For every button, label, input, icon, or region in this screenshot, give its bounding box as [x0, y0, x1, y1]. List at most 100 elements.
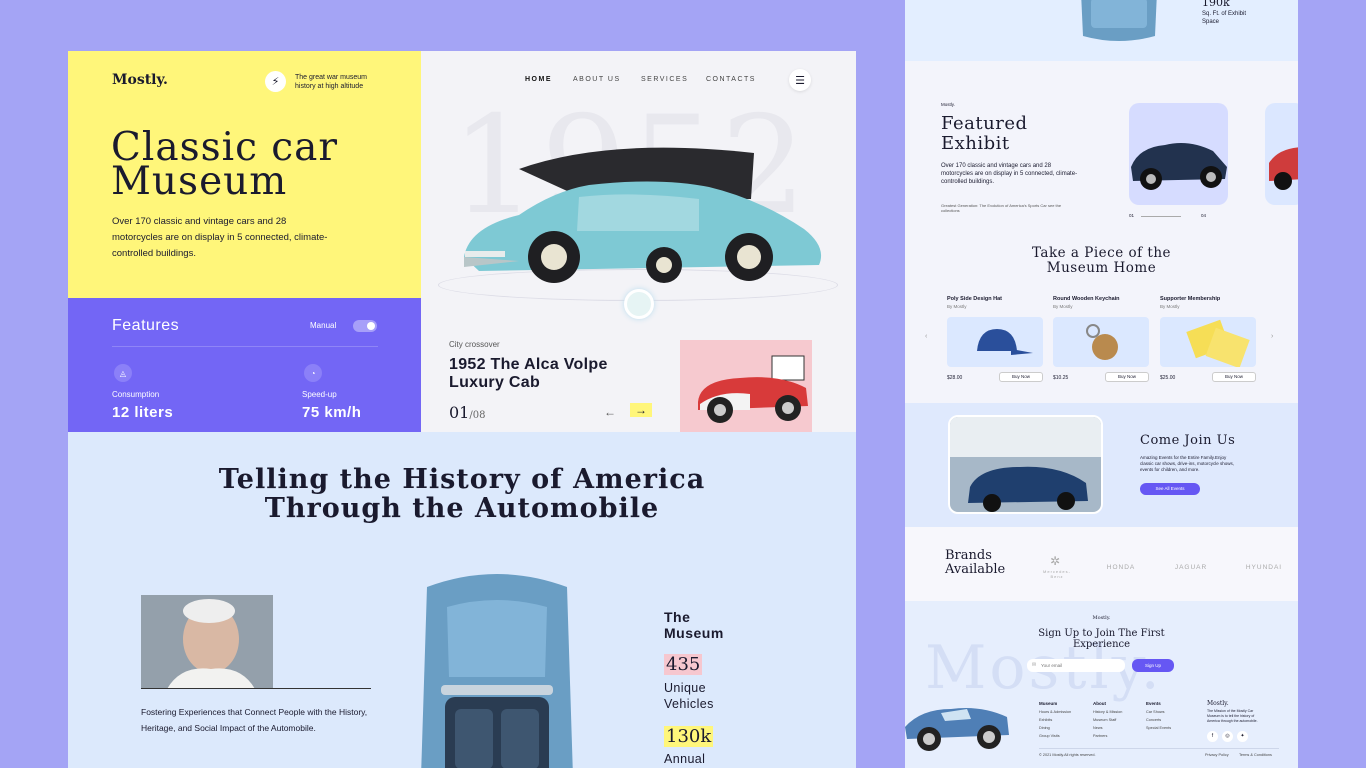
footer-link[interactable]: Special Events [1146, 724, 1171, 732]
blue-car-image [905, 708, 1009, 751]
featured-title-line2: Exhibit [941, 133, 1010, 154]
next-arrow-icon[interactable]: → [630, 403, 652, 417]
footer-events-heading: Events [1146, 701, 1161, 706]
exhibit-space-label: Sq. Ft. of Exhibit Space [1202, 11, 1247, 25]
footer-link[interactable]: Dining [1039, 724, 1050, 732]
nav-about[interactable]: ABOUT US [573, 76, 621, 83]
logo[interactable]: Mostly. [112, 72, 168, 88]
brand-mercedes[interactable]: Mercedes-Benz [1037, 569, 1077, 579]
signup-title-line2: Experience [1072, 639, 1131, 650]
car-category: City crossover [449, 340, 500, 349]
product-name: Supporter Membership [1160, 296, 1221, 302]
footer-link[interactable]: News [1093, 724, 1103, 732]
mercedes-logo-icon: ✲ [1050, 554, 1061, 568]
footer-link[interactable]: Exhibits [1039, 716, 1052, 724]
hamburger-menu-icon[interactable]: ☰ [789, 69, 811, 91]
product-price: $10.25 [1053, 375, 1069, 381]
exhibit-space-value: 190k [1202, 0, 1230, 9]
hero-panel: Mostly. ⚡ The great war museum history a… [68, 51, 421, 298]
instagram-icon[interactable]: ◎ [1222, 731, 1233, 742]
product-price: $25.00 [1160, 375, 1176, 381]
history-description: Fostering Experiences that Connect Peopl… [141, 707, 368, 733]
product-image-membership[interactable] [1160, 317, 1256, 367]
signup-button[interactable]: Sign Up [1132, 659, 1174, 672]
featured-progress [1141, 216, 1181, 217]
footer-link[interactable]: History & Mission [1093, 708, 1122, 716]
footer-about-heading: About [1093, 701, 1106, 706]
tagline: The great war museum history at high alt… [295, 74, 367, 90]
footer-link[interactable]: Museum Staff [1093, 716, 1116, 724]
signup-title-line1: Sign Up to Join The First [1038, 628, 1165, 639]
twitter-icon[interactable]: ✦ [1237, 731, 1248, 742]
featured-description: Over 170 classic and vintage cars and 28… [941, 163, 1078, 185]
elderly-man-portrait [141, 595, 273, 689]
featured-title-line1: Featured [941, 113, 1028, 134]
buy-now-button[interactable]: Buy Now [999, 372, 1043, 382]
prev-arrow-icon[interactable]: ← [604, 405, 616, 419]
featured-page-from: 01 [1129, 213, 1135, 218]
see-all-events-button[interactable]: See All Events [1140, 483, 1200, 495]
privacy-policy-link[interactable]: Privacy Policy [1205, 751, 1229, 759]
product-image-hat[interactable] [947, 317, 1043, 367]
shop-prev-icon[interactable]: ‹ [925, 333, 927, 340]
nav-services[interactable]: SERVICES [641, 76, 688, 83]
brand-jaguar[interactable]: JAGUAR [1167, 564, 1215, 571]
vehicles-label: Unique Vehicles [664, 681, 714, 711]
signup-title: Sign Up to Join The First Experience [905, 628, 1298, 650]
footer-link[interactable]: Partners [1093, 732, 1107, 740]
buy-now-button[interactable]: Buy Now [1212, 372, 1256, 382]
hero-title-line2: Museum [111, 159, 288, 204]
featured-page-to: 04 [1201, 213, 1207, 218]
slide-counter: 01/08 [449, 403, 485, 422]
facebook-icon[interactable]: f [1207, 731, 1218, 742]
copyright: © 2021 Mostly.All rights reserved. [1039, 753, 1096, 757]
history-title: Telling the History of America Through t… [68, 465, 856, 523]
manual-toggle[interactable] [353, 320, 377, 332]
footer-divider [1039, 748, 1279, 749]
brands-title: Brands Available [945, 549, 1005, 577]
rotate-handle[interactable] [624, 289, 654, 319]
bolt-icon: ⚡ [265, 71, 286, 92]
slide-current: 01 [449, 403, 470, 422]
shop-title-line1: Take a Piece of the [1031, 245, 1172, 261]
featured-brand: Mostly. [941, 102, 955, 107]
brand-honda[interactable]: HONDA [1103, 564, 1139, 571]
brand-hyundai[interactable]: HYUNDAI [1239, 564, 1289, 571]
annual-count: 130k [664, 726, 714, 747]
footer-link[interactable]: Hours & Admission [1039, 708, 1071, 716]
divider [112, 346, 378, 347]
speed-value: 75 km/h [302, 404, 362, 421]
shop-next-icon[interactable]: › [1271, 333, 1273, 340]
fuel-icon: ◬ [114, 364, 132, 382]
event-photo [948, 415, 1103, 514]
product-image-keychain[interactable] [1053, 317, 1149, 367]
featured-car-card-next[interactable] [1265, 103, 1298, 205]
consumption-label: Consumption [112, 390, 160, 399]
buy-now-button[interactable]: Buy Now [1105, 372, 1149, 382]
next-car-thumbnail[interactable] [680, 340, 812, 432]
top-view-car-image [417, 567, 577, 768]
nav-home[interactable]: HOME [525, 76, 552, 83]
email-input[interactable] [1027, 659, 1125, 672]
terms-link[interactable]: Terms & Conditions [1239, 751, 1272, 759]
nav-contacts[interactable]: CONTACTS [706, 76, 756, 83]
car-top-image [1081, 0, 1157, 41]
vehicles-count: 435 [664, 654, 703, 675]
brands-title-line1: Brands [945, 548, 992, 563]
footer-link[interactable]: Group Visits [1039, 732, 1060, 740]
shop-title: Take a Piece of the Museum Home [905, 246, 1298, 276]
join-title: Come Join Us [1140, 433, 1236, 448]
join-description: Amazing Events for the Entire Family.Enj… [1140, 455, 1235, 472]
featured-car-card[interactable] [1129, 103, 1228, 205]
slide-total: /08 [469, 410, 486, 421]
hero-description: Over 170 classic and vintage cars and 28… [112, 216, 328, 259]
brands-title-line2: Available [945, 562, 1006, 577]
history-title-line1: Telling the History of America [218, 464, 706, 495]
car-showcase: 1952 HOME ABOUT US SERVICES CONTACTS ☰ C… [421, 51, 856, 432]
product-name: Round Wooden Keychain [1053, 296, 1120, 302]
footer-link[interactable]: Concerts [1146, 716, 1161, 724]
divider [141, 688, 371, 689]
footer-link[interactable]: Car Shows [1146, 708, 1165, 716]
speed-icon: ◔ [304, 364, 322, 382]
page-preview-column: 190k Sq. Ft. of Exhibit Space Mostly. Fe… [905, 0, 1298, 768]
